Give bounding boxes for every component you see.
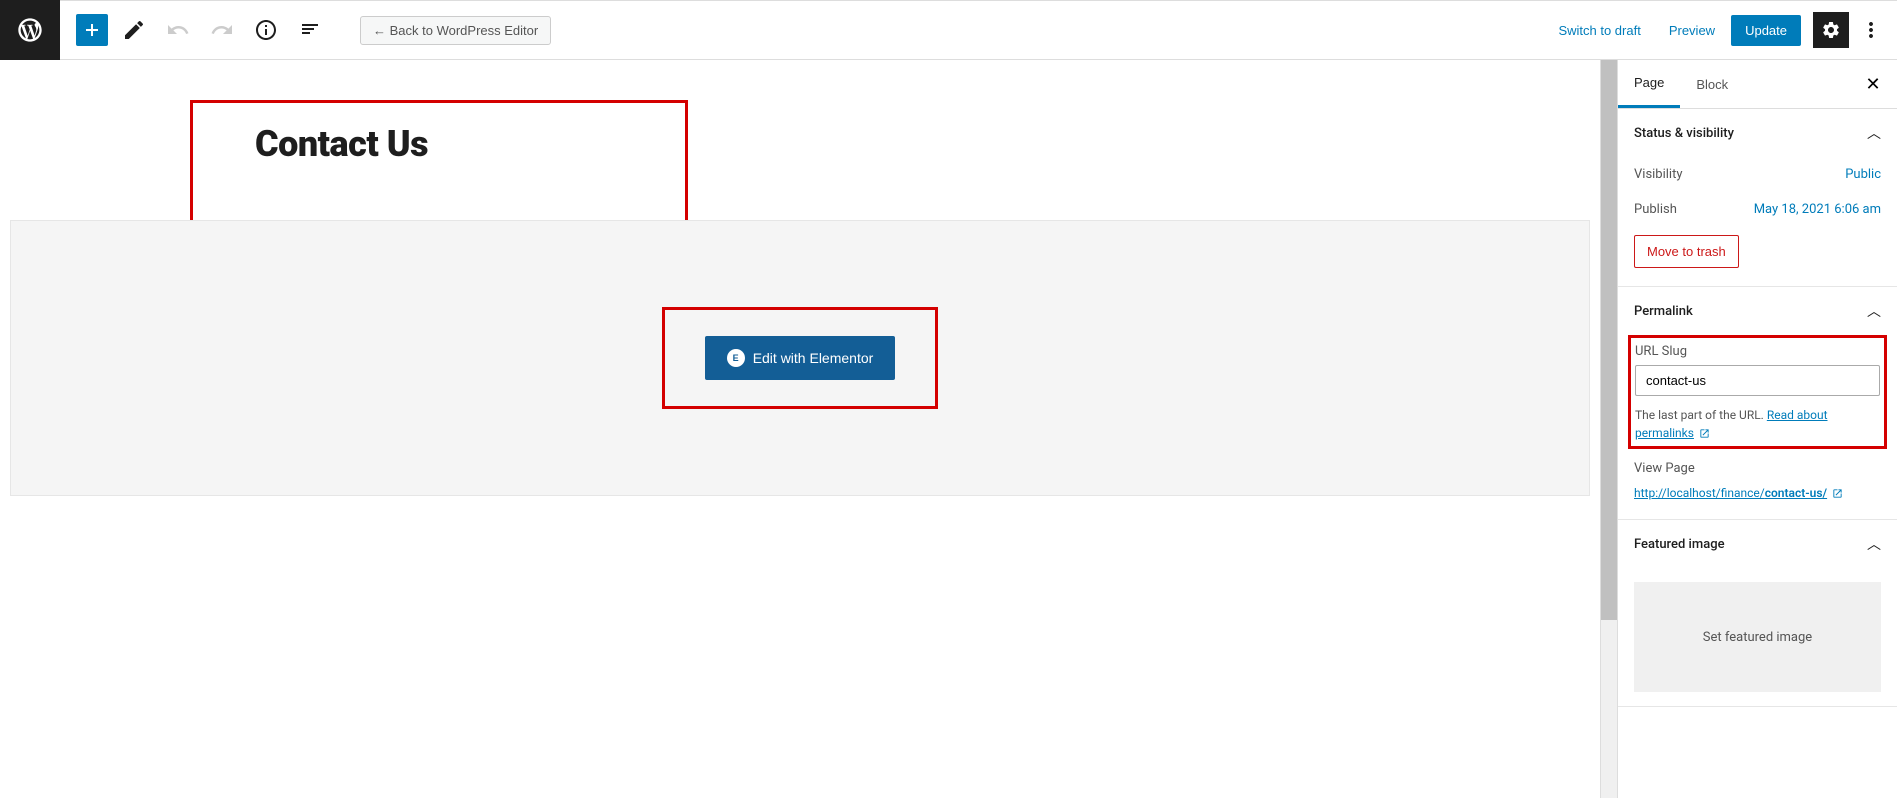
chevron-up-icon: ︿ [1867, 123, 1881, 143]
info-button[interactable] [248, 12, 284, 48]
url-slug-label: URL Slug [1635, 344, 1880, 359]
external-link-icon [1832, 488, 1843, 499]
switch-to-draft-button[interactable]: Switch to draft [1546, 15, 1652, 46]
elementor-region: E Edit with Elementor [10, 220, 1590, 496]
status-visibility-label: Status & visibility [1634, 126, 1734, 141]
external-link-icon [1699, 428, 1710, 439]
set-featured-image-button[interactable]: Set featured image [1634, 582, 1881, 692]
featured-image-panel-header[interactable]: Featured image ︿ [1618, 520, 1897, 568]
editor-scrollbar[interactable] [1600, 60, 1617, 798]
elementor-button-label: Edit with Elementor [753, 350, 874, 366]
url-slug-input[interactable] [1635, 365, 1880, 396]
update-button[interactable]: Update [1731, 15, 1801, 46]
edit-with-elementor-button[interactable]: E Edit with Elementor [705, 336, 896, 380]
back-to-wp-editor-button[interactable]: ← Back to WordPress Editor [360, 16, 551, 45]
preview-button[interactable]: Preview [1657, 15, 1727, 46]
permalink-highlight-box: URL Slug The last part of the URL. Read … [1628, 335, 1887, 449]
view-page-label: View Page [1634, 461, 1881, 476]
close-sidebar-button[interactable]: ✕ [1849, 60, 1897, 108]
page-title-block[interactable]: Contact Us [190, 100, 688, 224]
permalink-panel-header[interactable]: Permalink ︿ [1618, 287, 1897, 335]
status-visibility-panel-header[interactable]: Status & visibility ︿ [1618, 109, 1897, 157]
add-block-button[interactable] [76, 14, 108, 46]
more-options-button[interactable] [1853, 12, 1889, 48]
undo-button[interactable] [160, 12, 196, 48]
chevron-up-icon: ︿ [1867, 534, 1881, 554]
move-to-trash-button[interactable]: Move to trash [1634, 235, 1739, 268]
tab-page[interactable]: Page [1618, 60, 1680, 108]
editor-canvas[interactable]: Contact Us E Edit with Elementor [0, 60, 1600, 798]
chevron-up-icon: ︿ [1867, 301, 1881, 321]
dots-vertical-icon [1859, 18, 1883, 42]
settings-button[interactable] [1813, 12, 1849, 48]
elementor-icon: E [727, 349, 745, 367]
tab-block[interactable]: Block [1680, 60, 1744, 108]
permalink-label: Permalink [1634, 304, 1693, 319]
permalink-url-link[interactable]: http://localhost/finance/contact-us/ [1634, 486, 1827, 500]
wordpress-logo[interactable] [0, 0, 60, 60]
settings-sidebar: Page Block ✕ Status & visibility ︿ Visib… [1617, 60, 1897, 798]
publish-value[interactable]: May 18, 2021 6:06 am [1754, 202, 1881, 217]
visibility-value[interactable]: Public [1845, 167, 1881, 182]
list-view-button[interactable] [292, 12, 328, 48]
scroll-thumb[interactable] [1601, 60, 1617, 620]
publish-label: Publish [1634, 202, 1677, 217]
edit-mode-button[interactable] [116, 12, 152, 48]
elementor-highlight-box: E Edit with Elementor [662, 307, 939, 409]
gear-icon [1821, 20, 1841, 40]
redo-button[interactable] [204, 12, 240, 48]
visibility-label: Visibility [1634, 167, 1683, 182]
close-icon: ✕ [1865, 74, 1880, 95]
page-title[interactable]: Contact Us [255, 123, 635, 165]
slug-help-text: The last part of the URL. Read about per… [1635, 406, 1880, 442]
featured-image-label: Featured image [1634, 537, 1725, 552]
